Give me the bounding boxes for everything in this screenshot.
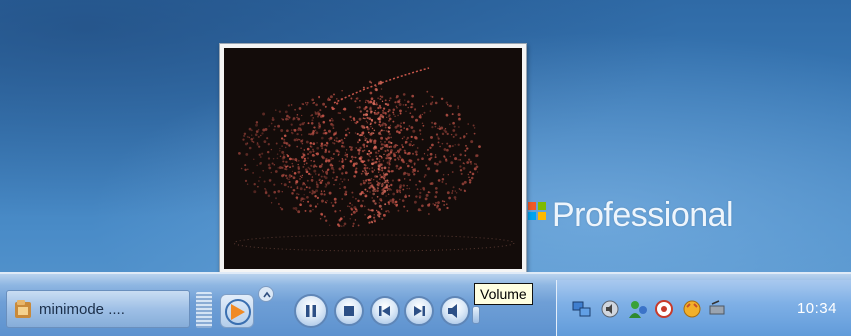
volume-slider[interactable] [472, 306, 480, 324]
user-icon[interactable] [627, 298, 649, 320]
windows-logo-icon [528, 202, 546, 220]
previous-button[interactable] [370, 296, 400, 326]
network-icon[interactable] [571, 298, 593, 320]
next-icon [414, 306, 425, 316]
taskbar: minimode .... 10:34 [0, 272, 851, 336]
connection-icon[interactable] [707, 298, 729, 320]
previous-icon [379, 306, 390, 316]
shield-icon[interactable] [653, 298, 675, 320]
taskbar-button-label: minimode .... [39, 300, 125, 318]
stop-button[interactable] [334, 296, 364, 326]
restore-player-button[interactable] [258, 286, 274, 302]
speaker-icon [448, 304, 457, 318]
system-clock[interactable]: 10:34 [797, 300, 837, 317]
pause-icon [306, 305, 316, 317]
video-frame[interactable] [224, 48, 522, 269]
desktop: Professional [0, 0, 851, 272]
visualization-graphic [233, 67, 515, 252]
media-player-logo-icon[interactable] [220, 294, 254, 328]
speaker-icon[interactable] [599, 298, 621, 320]
taskbar-button-minimode[interactable]: minimode .... [6, 290, 190, 328]
toolbar-grip-handle[interactable] [196, 292, 212, 328]
next-button[interactable] [404, 296, 434, 326]
stop-icon [344, 306, 354, 316]
video-preview-popup[interactable] [219, 43, 527, 272]
brand-text: Professional [552, 196, 734, 234]
mute-button[interactable] [440, 296, 470, 326]
folder-icon [15, 300, 31, 318]
volume-tooltip: Volume [474, 283, 533, 305]
messenger-icon[interactable] [681, 298, 703, 320]
pause-button[interactable] [294, 294, 328, 328]
system-tray: 10:34 [556, 280, 851, 336]
